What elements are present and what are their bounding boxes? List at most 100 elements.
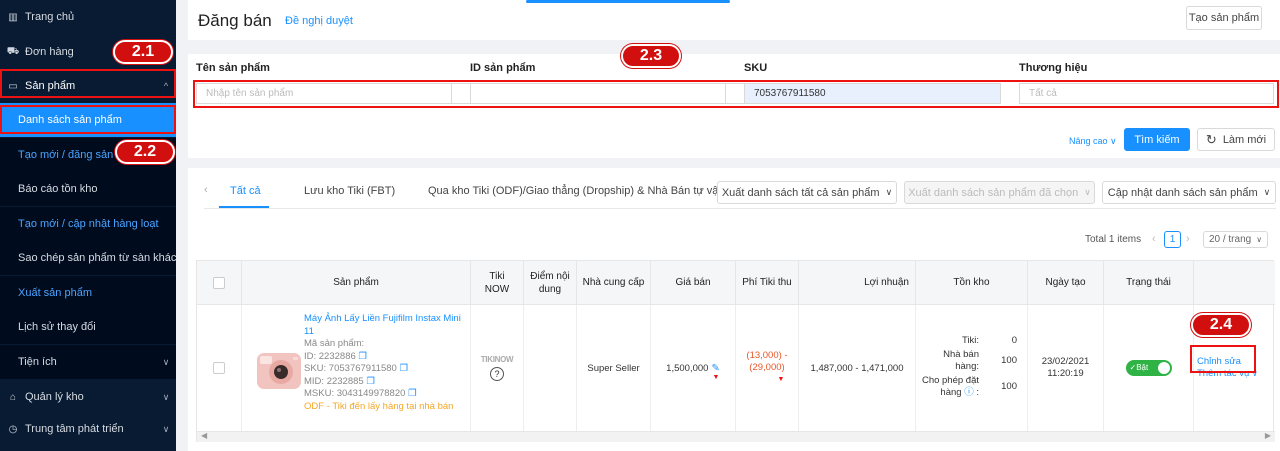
fulfillment-type: ODF - Tiki đến lấy hàng tại nhà bán (304, 400, 454, 412)
stock-seller-label: Nhà bán hàng: (943, 348, 979, 373)
created-time: 11:20:19 (1047, 368, 1084, 379)
sidebar-item-inventory-report[interactable]: Báo cáo tồn kho (0, 172, 176, 206)
sidebar-item-export-products[interactable]: Xuất sản phẩm (0, 276, 176, 310)
tab-odf-dropship[interactable]: Qua kho Tiki (ODF)/Giao thẳng (Dropship)… (428, 185, 718, 197)
next-page-icon[interactable]: › (1186, 233, 1190, 245)
annotation-badge-2-3: 2.3 (621, 44, 681, 68)
horizontal-scrollbar[interactable]: ◀ ▶ (197, 431, 1275, 442)
help-icon[interactable]: ? (490, 367, 504, 381)
created-date-cell: 23/02/2021 11:20:19 (1028, 305, 1104, 431)
stock-seller-row: Nhà bán hàng: 100 (917, 349, 1017, 374)
page-size-label: 20 / trang (1208, 234, 1252, 245)
id-input-suffix (726, 83, 745, 104)
product-image[interactable] (254, 345, 304, 395)
copy-icon[interactable]: ❐ (408, 388, 417, 399)
header-product: Sản phẩm (242, 261, 471, 305)
header-actions (1194, 261, 1275, 305)
status-label: Bật (1136, 363, 1149, 372)
chevron-down-icon: ∨ (1263, 187, 1271, 197)
loading-bar (526, 0, 730, 3)
export-all-button[interactable]: Xuất danh sách tất cả sản phẩm ∨ (717, 181, 897, 204)
page-title: Đăng bán (198, 11, 272, 30)
price-cell: 1,500,000 ✎ ▼ (651, 305, 736, 431)
info-icon[interactable]: ⓘ (964, 387, 974, 398)
tab-all[interactable]: Tất cả (230, 185, 261, 197)
prev-page-icon[interactable]: ‹ (1152, 233, 1156, 245)
header-status: Trạng thái (1104, 261, 1194, 305)
chevron-down-icon: ∨ (162, 391, 170, 402)
header-tikinow: Tiki NOW (471, 261, 524, 305)
refresh-icon: ↻ (1205, 131, 1217, 147)
product-id-input[interactable] (470, 83, 726, 104)
tab-scroll-right-icon[interactable]: › (699, 185, 703, 197)
product-id: ID: 2232886 (304, 350, 356, 362)
product-sku: SKU: 7053767911580 (304, 363, 397, 374)
more-actions-link[interactable]: Thêm tác vụ ∨ (1197, 368, 1258, 380)
annotation-badge-2-4: 2.4 (1191, 313, 1251, 337)
chevron-down-icon: ∨ (1251, 369, 1258, 378)
edit-price-icon[interactable]: ✎ ▼ (711, 363, 719, 381)
row-checkbox[interactable] (213, 362, 225, 374)
header-tikinow-label: Tiki NOW (484, 270, 510, 295)
product-sku-line: SKU: 7053767911580 ❐ (304, 363, 468, 376)
header-fee: Phí Tiki thu (736, 261, 799, 305)
product-name-link[interactable]: Máy Ảnh Lấy Liền Fujifilm Instax Mini 11 (304, 313, 468, 338)
status-toggle[interactable]: ✓Bật (1125, 360, 1172, 376)
sidebar-item-copy-products[interactable]: Sao chép sản phẩm từ sàn khác (0, 241, 176, 275)
annotation-badge-2-1: 2.1 (113, 40, 173, 64)
product-msku: MSKU: 3043149978820 (304, 388, 406, 399)
product-cell: Máy Ảnh Lấy Liền Fujifilm Instax Mini 11… (242, 305, 471, 431)
caret-down-icon[interactable]: ▼ (778, 374, 785, 386)
toggle-knob (1157, 362, 1170, 374)
product-info: Máy Ảnh Lấy Liền Fujifilm Instax Mini 11… (304, 313, 468, 413)
name-input-suffix (452, 83, 471, 104)
page-size-select[interactable]: 20 / trang ∨ (1203, 231, 1268, 248)
header-stock: Tồn kho (916, 261, 1028, 305)
sidebar-item-home[interactable]: ▥ Trang chủ (0, 0, 176, 34)
chevron-up-icon: ^ (163, 81, 169, 91)
product-table: Sản phẩm Tiki NOW Điểm nội dung Nhà cung… (196, 260, 1275, 442)
page-1-button[interactable]: 1 (1164, 231, 1181, 248)
review-request-link[interactable]: Đề nghị duyệt (285, 15, 353, 27)
scroll-left-icon[interactable]: ◀ (201, 431, 207, 440)
reset-button[interactable]: ↻ Làm mới (1197, 128, 1275, 151)
product-list-panel: ‹ Tất cả Lưu kho Tiki (FBT) Qua kho Tiki… (188, 168, 1280, 451)
laptop-icon: ▭ (8, 80, 18, 92)
sidebar-item-utilities[interactable]: Tiện ích ∨ (0, 345, 176, 379)
header-content-score: Điểm nội dung (524, 261, 577, 305)
sku-input[interactable]: 7053767911580 (744, 83, 1001, 104)
select-all-checkbox[interactable] (213, 276, 225, 289)
sidebar-item-change-history[interactable]: Lịch sử thay đổi (0, 310, 176, 344)
copy-icon[interactable]: ❐ (358, 351, 367, 362)
product-mid-line: MID: 2232885 ❐ (304, 376, 468, 389)
fee-min: (13,000) - (746, 350, 788, 361)
product-name-input[interactable]: Nhập tên sản phẩm (196, 83, 452, 104)
sidebar: ▥ Trang chủ ⛟ Đơn hàng ▭ Sản phẩm ^ Danh sác… (0, 0, 176, 451)
edit-link[interactable]: Chỉnh sửa (1197, 356, 1241, 368)
tab-scroll-left-icon[interactable]: ‹ (204, 184, 208, 196)
brand-label: Thương hiệu (1019, 62, 1088, 74)
search-button[interactable]: Tìm kiếm (1124, 128, 1190, 151)
tikinow-logo: TIKINOW (480, 355, 514, 364)
chevron-down-icon: ∨ (162, 423, 170, 434)
sidebar-item-warehouse[interactable]: ⌂ Quản lý kho ∨ (0, 380, 176, 414)
sidebar-item-bulk-update[interactable]: Tạo mới / cập nhật hàng loạt (0, 207, 176, 241)
name-label: Tên sản phẩm (196, 62, 270, 74)
advanced-toggle[interactable]: Nâng cao ∨ (1069, 136, 1117, 147)
sidebar-item-dev-center[interactable]: ◷ Trung tâm phát triển ∨ (0, 412, 176, 446)
create-product-button[interactable]: Tạo sản phẩm (1186, 6, 1262, 30)
product-code-label: Mã sản phẩm: (304, 338, 365, 349)
sidebar-item-products[interactable]: ▭ Sản phẩm ^ (0, 69, 176, 103)
export-selected-button[interactable]: Xuất danh sách sản phẩm đã chọn ∨ (904, 181, 1095, 204)
brand-select[interactable]: Tất cả (1019, 83, 1274, 104)
sidebar-item-product-list[interactable]: Danh sách sản phẩm (0, 103, 176, 137)
stock-details: Tiki: 0 Nhà bán hàng: 100 Cho phép đặt hàn… (917, 335, 1017, 400)
header-supplier: Nhà cung cấp (577, 261, 651, 305)
update-list-button[interactable]: Cập nhật danh sách sản phẩm ∨ (1102, 181, 1276, 204)
reset-label: Làm mới (1222, 133, 1267, 146)
chevron-down-icon: ∨ (885, 187, 893, 197)
copy-icon[interactable]: ❐ (399, 363, 408, 374)
tab-fbt[interactable]: Lưu kho Tiki (FBT) (304, 185, 395, 197)
scroll-right-icon[interactable]: ▶ (1265, 431, 1271, 440)
copy-icon[interactable]: ❐ (366, 376, 375, 387)
